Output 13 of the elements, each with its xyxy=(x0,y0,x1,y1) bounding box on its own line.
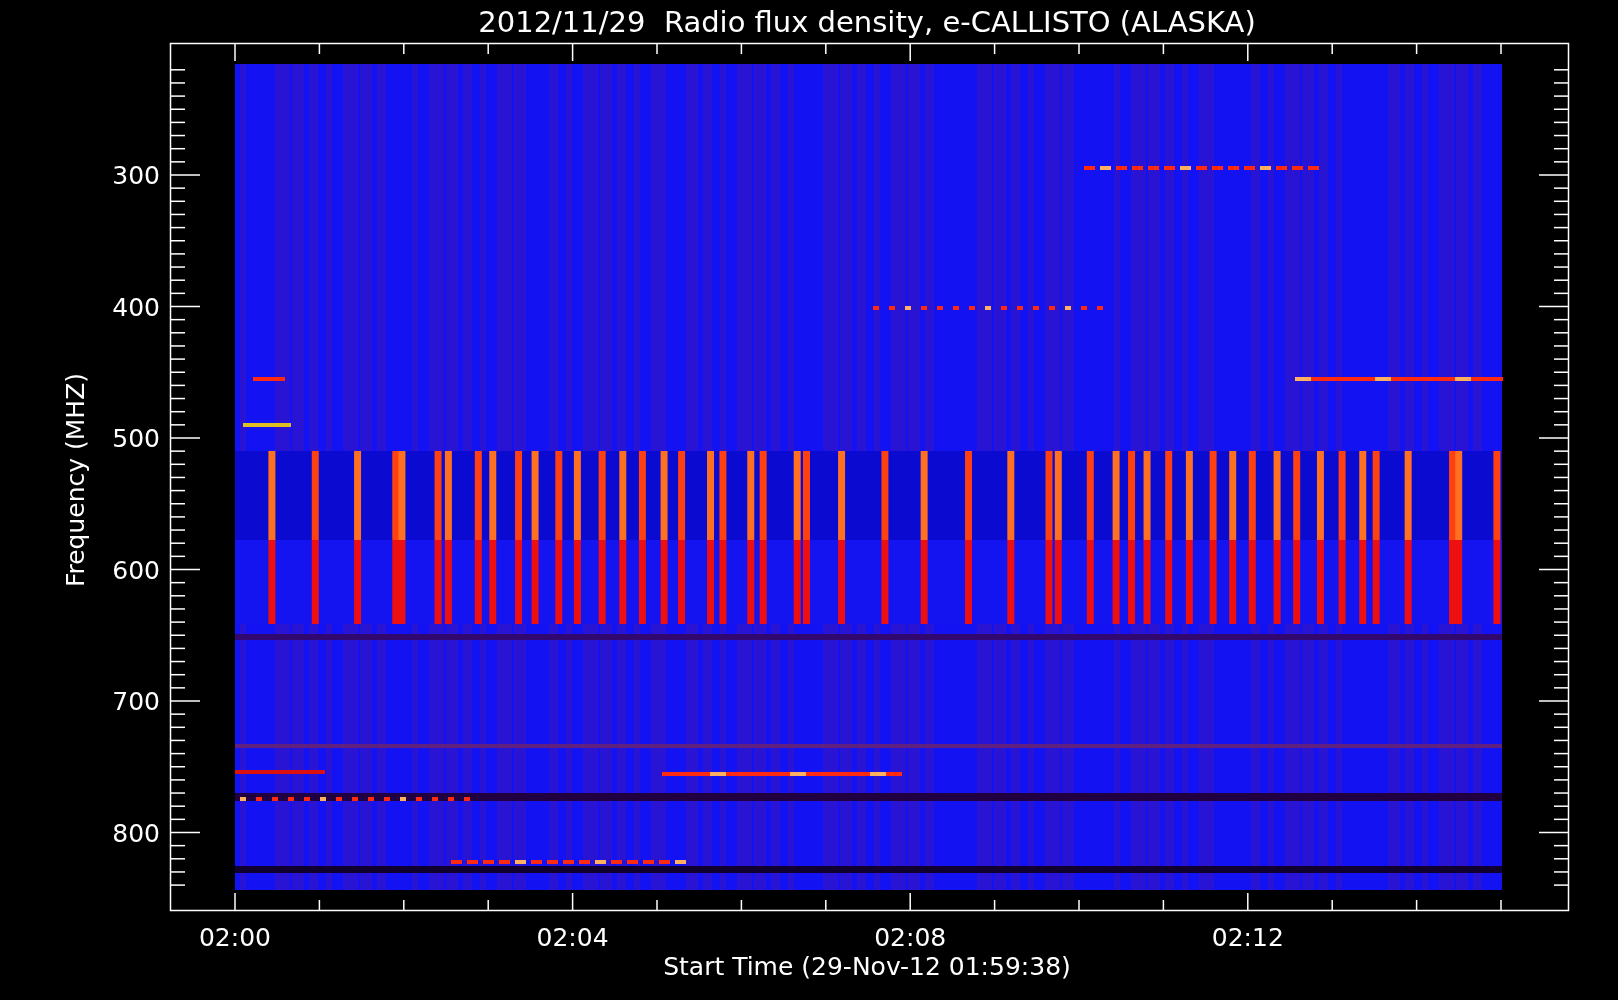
x-tick-label: 02:04 xyxy=(536,923,609,952)
y-tick-label: 300 xyxy=(112,161,160,190)
y-axis-label: Frequency (MHZ) xyxy=(61,372,90,588)
y-tick-label: 500 xyxy=(112,424,160,453)
y-tick-label: 400 xyxy=(112,292,160,322)
y-tick-label: 600 xyxy=(112,555,160,585)
y-tick-label: 700 xyxy=(112,687,160,716)
y-tick-label: 800 xyxy=(112,818,160,848)
x-axis-label: Start Time (29-Nov-12 01:59:38) xyxy=(663,952,1071,981)
x-tick-label: 02:08 xyxy=(874,923,947,952)
x-tick-label: 02:12 xyxy=(1211,923,1284,952)
x-tick-label: 02:00 xyxy=(199,923,271,952)
chart-title: 2012/11/29 Radio flux density, e-CALLISTO (ALASKA) xyxy=(478,5,1256,39)
